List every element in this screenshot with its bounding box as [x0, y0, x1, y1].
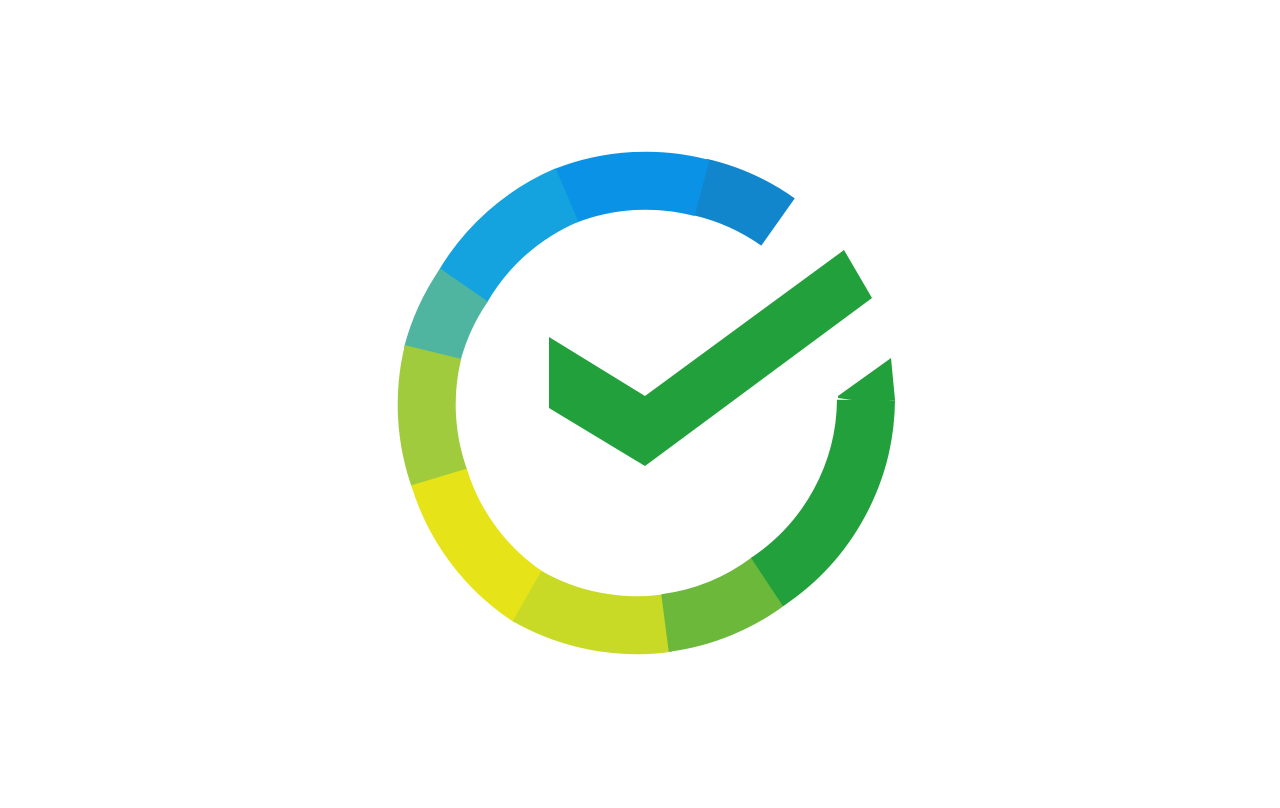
ring-segment-deep-blue — [692, 158, 795, 247]
ring-end-green — [838, 358, 895, 402]
ring-segment-green — [750, 399, 895, 607]
logo-canvas — [0, 0, 1280, 808]
ring-segment-lime — [397, 345, 468, 490]
ring-segment-yellow — [411, 467, 547, 623]
ring-segment-light-blue — [436, 168, 579, 304]
checkmark — [549, 250, 872, 466]
checkmark-ring-icon — [397, 151, 895, 655]
ring-segment-yellow-lime — [512, 570, 673, 655]
ring-segment-light-green — [660, 556, 788, 652]
ring-segment-blue — [554, 151, 710, 224]
ring-segment-teal — [403, 268, 489, 363]
